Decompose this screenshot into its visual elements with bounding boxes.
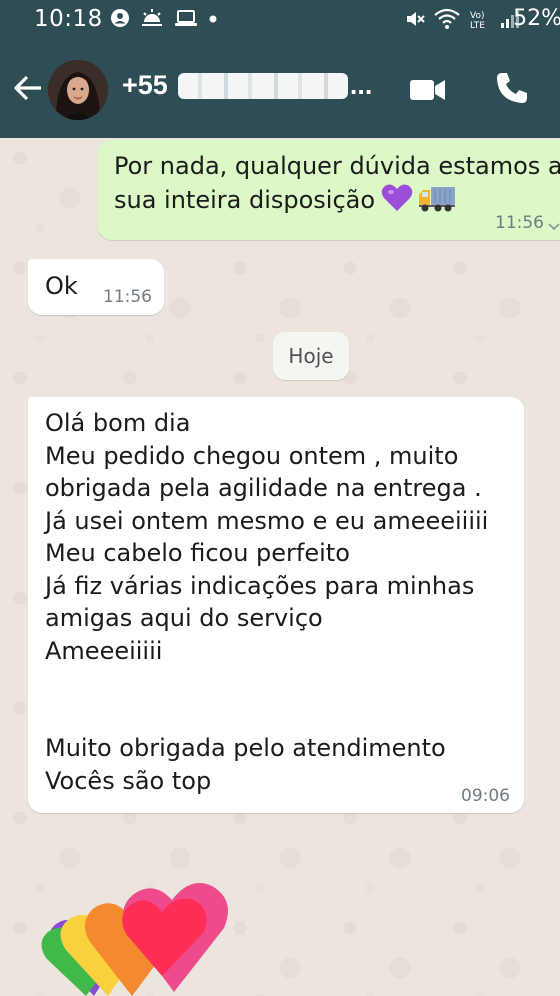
- redacted-phone-number: [177, 72, 348, 99]
- avatar-photo: [48, 60, 108, 120]
- message-text: Olá bom dia Meu pedido chegou ontem , mu…: [45, 409, 489, 795]
- message-text: Ok: [45, 272, 78, 300]
- truck-icon: [419, 186, 456, 211]
- back-arrow-icon[interactable]: [12, 72, 44, 104]
- dot-icon: [209, 15, 217, 23]
- message-text: Por nada, qualquer dúvida estamos a sua …: [114, 150, 560, 216]
- purple-heart-icon: [381, 184, 413, 211]
- wifi-icon: [434, 8, 460, 29]
- rainbow-hearts-sticker[interactable]: [34, 858, 254, 996]
- volte-icon: Vo) LTE: [470, 11, 485, 30]
- message-line-2: sua inteira disposição: [114, 185, 376, 214]
- contact-phone-prefix: +55: [122, 70, 168, 100]
- svg-text:Vo): Vo): [470, 11, 484, 21]
- status-icons-right: Vo) LTE: [404, 8, 522, 30]
- message-line-1: Por nada, qualquer dúvida estamos a: [114, 152, 560, 180]
- status-bar: 10:18 Vo) LTE 52%: [0, 0, 560, 42]
- video-call-icon[interactable]: [406, 72, 448, 108]
- message-time: 11:56: [103, 287, 152, 307]
- date-divider: Hoje: [273, 332, 349, 380]
- chat-header: +55 ...: [0, 42, 560, 138]
- phone-icon[interactable]: [494, 70, 530, 106]
- status-time: 10:18: [34, 6, 103, 32]
- battery-level: 52%: [513, 6, 560, 31]
- status-icons-left: [110, 8, 218, 28]
- mute-icon: [407, 12, 425, 26]
- whatsapp-status-icon: [111, 9, 129, 27]
- message-time: 11:56: [495, 213, 544, 233]
- weather-icon: [142, 9, 162, 26]
- contact-name[interactable]: +55 ...: [122, 70, 372, 101]
- incoming-message[interactable]: Olá bom dia Meu pedido chegou ontem , mu…: [28, 397, 524, 813]
- contact-name-ellipsis: ...: [349, 70, 373, 100]
- incoming-message[interactable]: Ok 11:56: [28, 259, 164, 315]
- avatar[interactable]: [48, 60, 108, 120]
- laptop-icon: [175, 10, 197, 26]
- delivered-check-icon: [548, 223, 560, 231]
- message-time: 09:06: [461, 786, 510, 806]
- outgoing-message[interactable]: Por nada, qualquer dúvida estamos a sua …: [98, 140, 560, 240]
- svg-text:LTE: LTE: [470, 21, 485, 30]
